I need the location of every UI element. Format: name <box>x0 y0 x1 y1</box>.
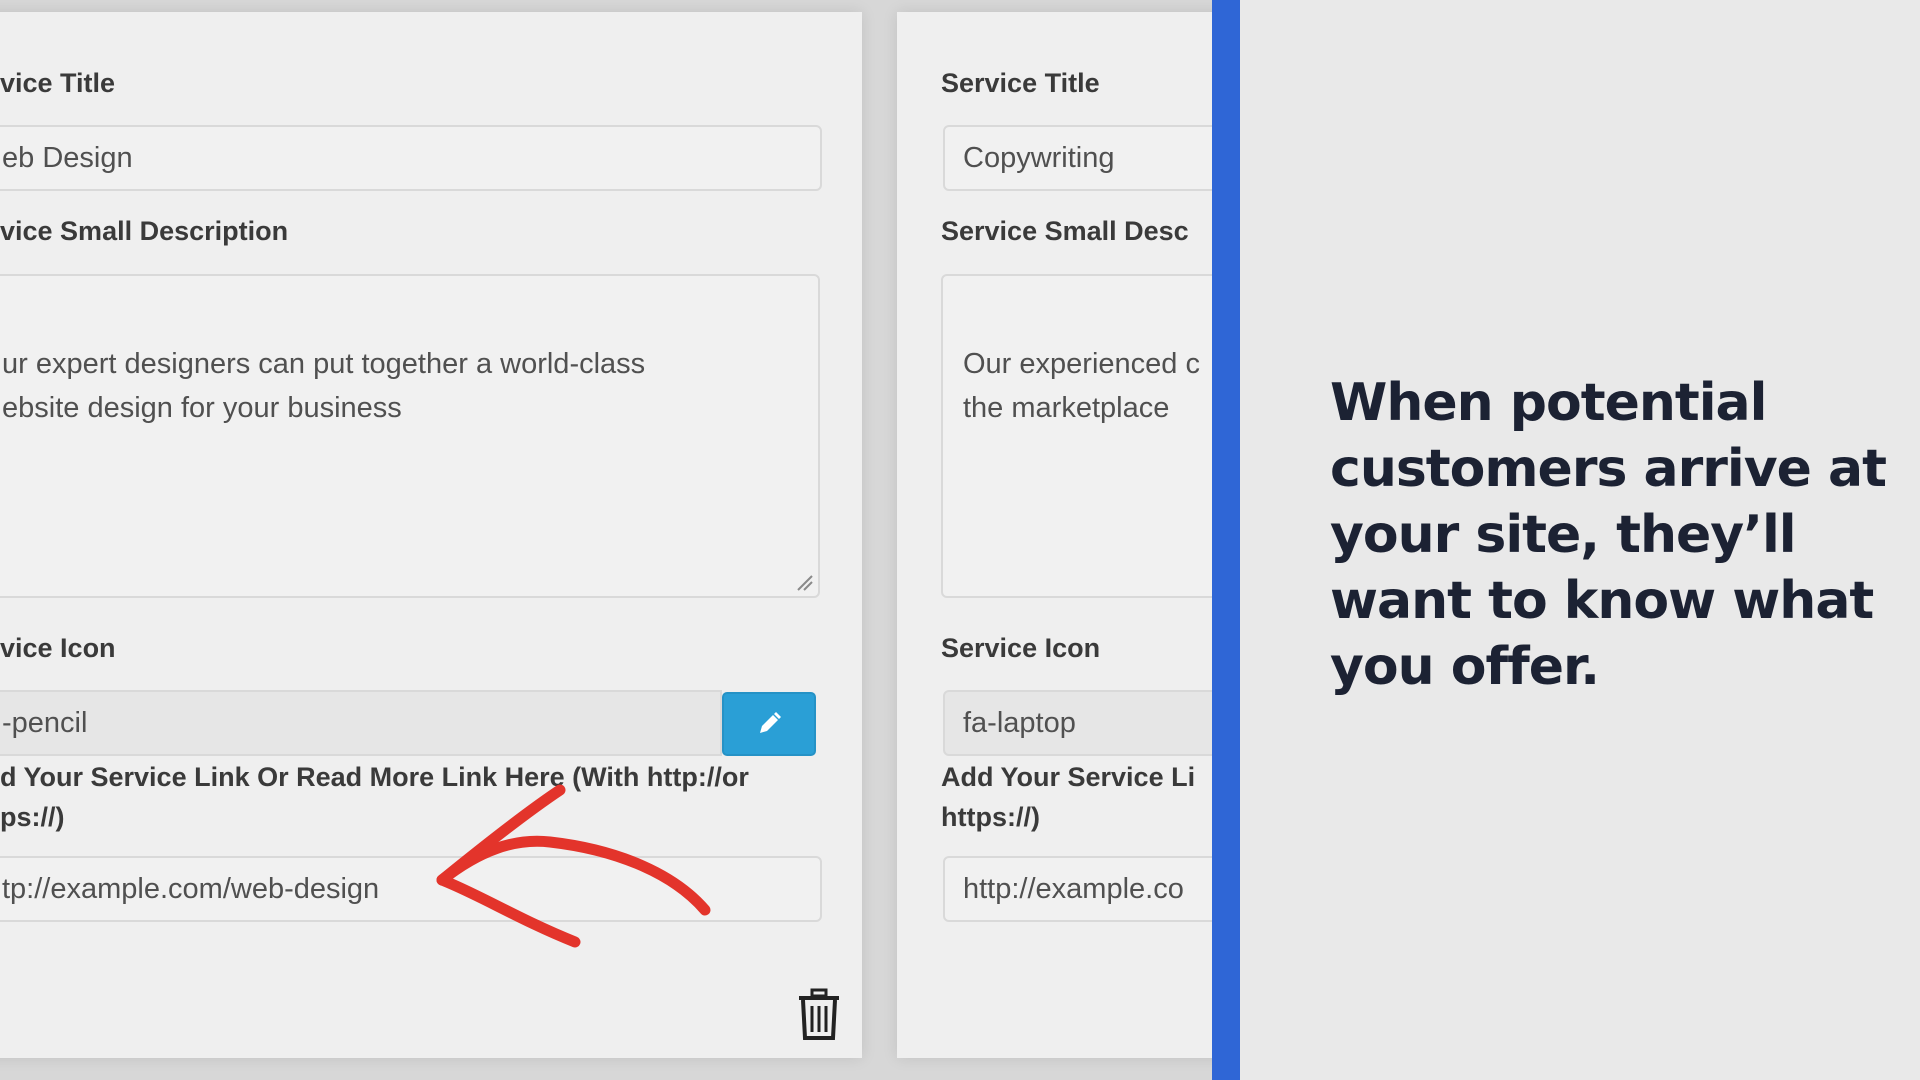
service-title-label: vice Title <box>0 68 116 98</box>
service-title-input[interactable]: Copywriting <box>943 125 1212 191</box>
red-arrow-annotation <box>436 784 711 948</box>
service-card-copywriting: Service Title Copywriting Service Small … <box>897 12 1212 1058</box>
service-icon-label: Service Icon <box>941 633 1101 663</box>
screenshot-stage: vice Title eb Design vice Small Descript… <box>0 0 1212 1080</box>
service-description-text: ur expert designers can put together a w… <box>2 348 646 424</box>
service-description-label: Service Small Desc <box>941 216 1189 246</box>
service-title-label: Service Title <box>941 68 1100 98</box>
trash-icon[interactable] <box>796 988 842 1042</box>
service-description-textarea[interactable]: ur expert designers can put together a w… <box>0 274 820 598</box>
accent-divider <box>1212 0 1240 1080</box>
service-icon-label: vice Icon <box>0 633 116 663</box>
service-link-label: Add Your Service Li https://) <box>941 762 1196 832</box>
service-description-text: Our experienced c the marketplace <box>963 348 1200 424</box>
icon-picker-button[interactable] <box>722 692 816 756</box>
resize-handle-icon[interactable] <box>792 570 814 592</box>
caption-text: When potential customers arrive at your … <box>1330 373 1887 697</box>
pencil-icon <box>760 712 781 733</box>
service-link-input[interactable]: http://example.co <box>943 856 1212 922</box>
service-title-input[interactable]: eb Design <box>0 125 822 191</box>
service-icon-input[interactable]: -pencil <box>0 690 722 756</box>
service-description-label: vice Small Description <box>0 216 289 246</box>
service-icon-input[interactable]: fa-laptop <box>943 690 1212 756</box>
service-description-textarea[interactable]: Our experienced c the marketplace <box>941 274 1212 598</box>
